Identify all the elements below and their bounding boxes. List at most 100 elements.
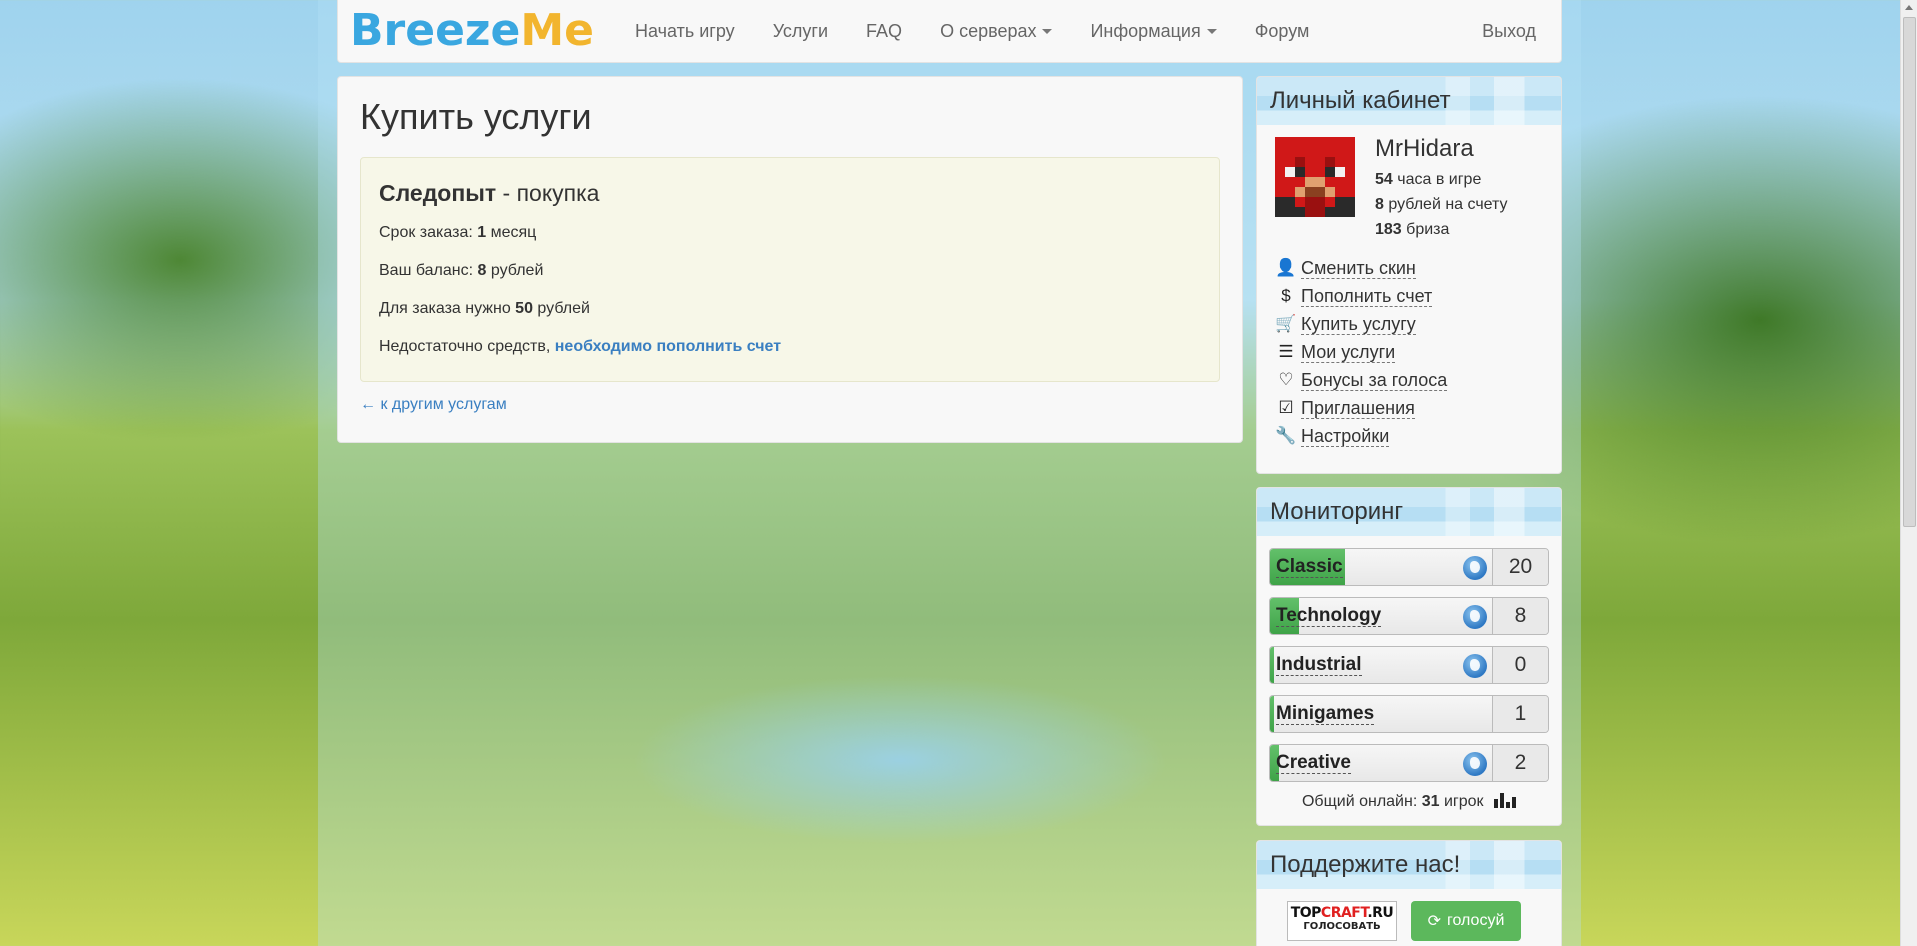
cabinet-header: Личный кабинет bbox=[1257, 77, 1561, 125]
menu-topup[interactable]: $ Пополнить счет bbox=[1275, 282, 1543, 310]
scroll-thumb[interactable] bbox=[1903, 17, 1916, 527]
server-name[interactable]: Creative bbox=[1276, 753, 1351, 774]
globe-icon[interactable] bbox=[1463, 654, 1487, 678]
nav-info-dropdown[interactable]: Информация bbox=[1071, 21, 1235, 42]
term-value: 1 bbox=[477, 223, 487, 241]
globe-icon[interactable] bbox=[1463, 752, 1487, 776]
server-name[interactable]: Technology bbox=[1276, 606, 1382, 627]
globe-icon[interactable] bbox=[1463, 605, 1487, 629]
server-online-count: 0 bbox=[1492, 647, 1548, 683]
menu-label: Настройки bbox=[1301, 425, 1390, 447]
monitoring-panel: Мониторинг Classic 20 Technology 8 Industria… bbox=[1256, 487, 1562, 826]
menu-vote-bonuses[interactable]: ♡ Бонусы за голоса bbox=[1275, 366, 1543, 394]
vote-button[interactable]: ⟳ голосуй bbox=[1411, 901, 1521, 941]
brand-logo[interactable]: BreezeMe bbox=[350, 9, 594, 53]
menu-change-skin[interactable]: 👤 Сменить скин bbox=[1275, 254, 1543, 282]
nav-label: Услуги bbox=[772, 20, 829, 41]
heart-icon: ♡ bbox=[1278, 370, 1294, 389]
nav-start-game[interactable]: Начать игру bbox=[616, 21, 754, 42]
menu-label: Приглашения bbox=[1301, 397, 1415, 419]
menu-settings[interactable]: 🔧 Настройки bbox=[1275, 422, 1543, 450]
term-unit: месяц bbox=[490, 223, 537, 241]
profile-info: MrHidara 54 часа в игре 8 рублей на счет… bbox=[1375, 137, 1508, 242]
nav-logout[interactable]: Выход bbox=[1463, 21, 1555, 42]
server-row-technology: Technology 8 bbox=[1269, 597, 1549, 635]
topcraft-ru: .RU bbox=[1367, 905, 1394, 921]
cabinet-menu: 👤 Сменить скин $ Пополнить счет 🛒 Купить ус… bbox=[1257, 242, 1561, 450]
nav-about-servers-dropdown[interactable]: О серверах bbox=[921, 21, 1071, 42]
personal-cabinet-panel: Личный кабинет MrHidara 54 часа в игре 8… bbox=[1256, 76, 1562, 474]
total-online-unit: игрок bbox=[1443, 793, 1484, 810]
server-row-creative: Creative 2 bbox=[1269, 744, 1549, 782]
rubles-value: 8 bbox=[1375, 196, 1384, 213]
order-balance: Ваш баланс: 8 рублей bbox=[379, 261, 1201, 281]
buy-services-panel: Купить услуги Следопыт - покупка Срок за… bbox=[337, 76, 1243, 443]
topcraft-sub: ГОЛОСОВАТЬ bbox=[1303, 921, 1381, 932]
nav-faq[interactable]: FAQ bbox=[847, 21, 921, 42]
rubles-label: рублей на счету bbox=[1388, 196, 1508, 213]
topcraft-logo-text: TOPCRAFT.RU bbox=[1288, 902, 1396, 921]
support-panel: Поддержите нас! TOPCRAFT.RU ГОЛОСОВАТЬ ⟳… bbox=[1256, 840, 1562, 946]
hours-label: часа в игре bbox=[1397, 171, 1482, 188]
required-value: 50 bbox=[515, 299, 533, 317]
menu-buy-service[interactable]: 🛒 Купить услугу bbox=[1275, 310, 1543, 338]
menu-my-services[interactable]: ☰ Мои услуги bbox=[1275, 338, 1543, 366]
menu-label: Сменить скин bbox=[1301, 257, 1416, 279]
monitoring-header: Мониторинг bbox=[1257, 488, 1561, 536]
profile-block: MrHidara 54 часа в игре 8 рублей на счет… bbox=[1257, 125, 1561, 242]
page-scrollbar[interactable] bbox=[1900, 0, 1917, 946]
server-name[interactable]: Classic bbox=[1276, 557, 1343, 578]
support-buttons: TOPCRAFT.RU ГОЛОСОВАТЬ ⟳ голосуй bbox=[1257, 889, 1561, 946]
support-header: Поддержите нас! bbox=[1257, 841, 1561, 889]
server-load-fill bbox=[1270, 696, 1275, 732]
server-name[interactable]: Industrial bbox=[1276, 655, 1362, 676]
server-load-bar: Creative bbox=[1270, 745, 1492, 781]
server-row-industrial: Industrial 0 bbox=[1269, 646, 1549, 684]
hours-played: 54 часа в игре bbox=[1375, 167, 1508, 192]
topcraft-craft: CRAFT bbox=[1320, 905, 1368, 921]
avatar[interactable] bbox=[1275, 137, 1355, 217]
server-list: Classic 20 Technology 8 Industrial 0 Minigames… bbox=[1257, 536, 1561, 782]
breeze-balance: 183 бриза bbox=[1375, 217, 1508, 242]
order-action: - покупка bbox=[502, 179, 600, 206]
breeze-value: 183 bbox=[1375, 221, 1402, 238]
vote-label: голосуй bbox=[1447, 912, 1505, 929]
dollar-icon: $ bbox=[1281, 286, 1291, 305]
order-required: Для заказа нужно 50 рублей bbox=[379, 299, 1201, 319]
topcraft-vote-banner[interactable]: TOPCRAFT.RU ГОЛОСОВАТЬ bbox=[1287, 901, 1397, 941]
nav-services[interactable]: Услуги bbox=[754, 21, 847, 42]
nav-label: Начать игру bbox=[635, 20, 735, 41]
server-row-classic: Classic 20 bbox=[1269, 548, 1549, 586]
username: MrHidara bbox=[1375, 135, 1474, 162]
menu-invitations[interactable]: ☑ Приглашения bbox=[1275, 394, 1543, 422]
required-unit: рублей bbox=[537, 299, 590, 317]
nav-forum[interactable]: Форум bbox=[1236, 21, 1329, 42]
cart-icon: 🛒 bbox=[1275, 314, 1297, 333]
server-row-minigames: Minigames 1 bbox=[1269, 695, 1549, 733]
topcraft-top: TOP bbox=[1290, 905, 1322, 921]
total-online: Общий онлайн: 31 игрок bbox=[1257, 793, 1561, 811]
nav-label: О серверах bbox=[940, 20, 1037, 41]
brand-part-breeze: Breeze bbox=[350, 5, 521, 56]
list-icon: ☰ bbox=[1278, 342, 1294, 361]
breeze-label: бриза bbox=[1406, 221, 1450, 238]
server-load-bar: Industrial bbox=[1270, 647, 1492, 683]
insufficient-text: Недостаточно средств, bbox=[379, 337, 551, 355]
scroll-up-arrow-icon[interactable] bbox=[1905, 5, 1913, 10]
hours-value: 54 bbox=[1375, 171, 1393, 188]
required-label: Для заказа нужно bbox=[379, 299, 511, 317]
server-name[interactable]: Minigames bbox=[1276, 704, 1375, 725]
page-title: Купить услуги bbox=[360, 96, 592, 137]
server-load-bar: Minigames bbox=[1270, 696, 1492, 732]
globe-icon[interactable] bbox=[1463, 556, 1487, 580]
back-to-services-link[interactable]: ← к другим услугам bbox=[360, 396, 507, 414]
term-label: Срок заказа: bbox=[379, 223, 473, 241]
order-heading: Следопыт - покупка bbox=[379, 180, 1201, 207]
balance-value: 8 bbox=[477, 261, 487, 279]
bar-chart-icon[interactable] bbox=[1494, 793, 1516, 808]
topup-link[interactable]: необходимо пополнить счет bbox=[555, 338, 781, 355]
wrench-icon: 🔧 bbox=[1275, 426, 1297, 445]
menu-label: Купить услугу bbox=[1301, 313, 1416, 335]
nav-label: FAQ bbox=[866, 20, 903, 41]
nav-label: Информация bbox=[1090, 20, 1201, 41]
